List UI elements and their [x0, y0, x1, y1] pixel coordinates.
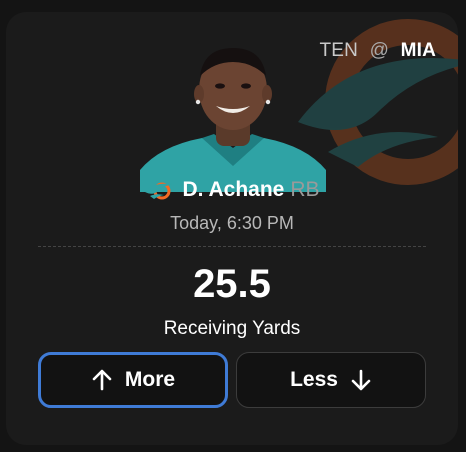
- less-button-label: Less: [290, 368, 338, 391]
- game-time: Today, 6:30 PM: [170, 213, 294, 233]
- more-button[interactable]: More: [38, 352, 228, 408]
- home-team: MIA: [400, 40, 436, 61]
- projection-value: 25.5: [193, 262, 271, 306]
- arrow-down-icon: [351, 369, 371, 391]
- player-headshot: [140, 48, 326, 192]
- less-button[interactable]: Less: [236, 352, 426, 408]
- matchup: TEN @ MIA: [319, 40, 436, 62]
- dolphins-logo-icon: [145, 182, 174, 200]
- player-position: RB: [290, 178, 320, 201]
- player-name: D. Achane: [182, 178, 285, 201]
- stat-label: Receiving Yards: [163, 318, 301, 339]
- pick-card: TEN @ MIA D. Achane RB Today, 6:30 PM 25…: [6, 12, 458, 445]
- player-info: D. Achane RB: [6, 178, 458, 202]
- at-symbol: @: [369, 40, 390, 61]
- divider: [38, 246, 426, 247]
- arrow-up-icon: [92, 369, 112, 391]
- more-button-label: More: [124, 368, 176, 391]
